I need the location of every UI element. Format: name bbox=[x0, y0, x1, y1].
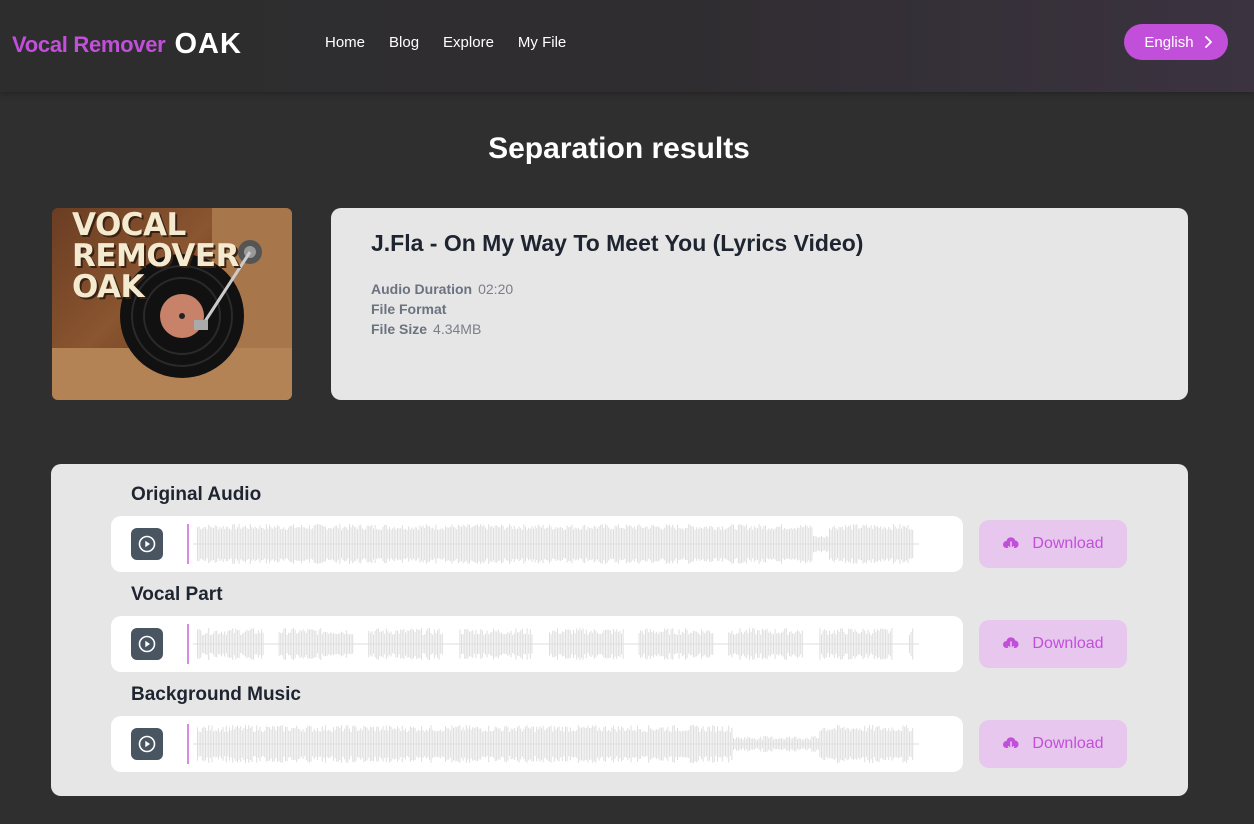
cover-line-2: REMOVER bbox=[72, 238, 239, 274]
album-cover: VOCAL REMOVER OAK bbox=[52, 208, 292, 400]
download-button-vocal[interactable]: Download bbox=[979, 620, 1127, 668]
main-nav: Home Blog Explore My File bbox=[325, 34, 566, 51]
cloud-download-icon bbox=[1003, 637, 1019, 651]
player-original bbox=[111, 516, 963, 572]
language-button[interactable]: English bbox=[1124, 24, 1228, 60]
cover-line-1: VOCAL bbox=[72, 208, 186, 243]
play-icon bbox=[138, 735, 156, 753]
separation-results-panel: Original Audio Download Vocal Part Downl… bbox=[51, 464, 1188, 796]
size-label: File Size bbox=[371, 321, 428, 337]
download-button-original[interactable]: Download bbox=[979, 520, 1127, 568]
track-label-original: Original Audio bbox=[131, 484, 262, 505]
page-title: Separation results bbox=[488, 132, 750, 165]
playhead-vocal bbox=[187, 624, 189, 664]
site-logo[interactable]: Vocal Remover OAK bbox=[12, 28, 242, 61]
play-icon bbox=[138, 535, 156, 553]
play-icon bbox=[138, 635, 156, 653]
download-label: Download bbox=[1032, 735, 1104, 752]
waveform-vocal[interactable] bbox=[193, 622, 919, 666]
duration-label: Audio Duration bbox=[371, 281, 473, 297]
language-label: English bbox=[1144, 33, 1194, 51]
logo-text: Vocal Remover bbox=[12, 31, 166, 57]
song-title: J.Fla - On My Way To Meet You (Lyrics Vi… bbox=[371, 230, 864, 256]
waveform-original[interactable] bbox=[193, 522, 919, 566]
size-row: File Size 4.34MB bbox=[371, 319, 1148, 339]
top-header: Vocal Remover OAK Home Blog Explore My F… bbox=[0, 0, 1254, 92]
cover-text: VOCAL REMOVER OAK bbox=[72, 210, 239, 303]
nav-blog[interactable]: Blog bbox=[389, 34, 419, 51]
track-label-background: Background Music bbox=[131, 684, 301, 705]
chevron-right-icon bbox=[1204, 36, 1212, 48]
nav-my-file[interactable]: My File bbox=[518, 34, 566, 51]
playhead-original bbox=[187, 524, 189, 564]
download-button-background[interactable]: Download bbox=[979, 720, 1127, 768]
logo-oak: OAK bbox=[174, 28, 242, 60]
player-vocal bbox=[111, 616, 963, 672]
file-info-card: J.Fla - On My Way To Meet You (Lyrics Vi… bbox=[331, 208, 1188, 400]
duration-value: 02:20 bbox=[478, 281, 514, 297]
playhead-background bbox=[187, 724, 189, 764]
player-background bbox=[111, 716, 963, 772]
cloud-download-icon bbox=[1003, 737, 1019, 751]
nav-explore[interactable]: Explore bbox=[443, 34, 494, 51]
size-value: 4.34MB bbox=[433, 321, 482, 337]
download-label: Download bbox=[1032, 635, 1104, 652]
nav-home[interactable]: Home bbox=[325, 34, 365, 51]
download-label: Download bbox=[1032, 535, 1104, 552]
play-button-vocal[interactable] bbox=[131, 628, 163, 660]
waveform-background[interactable] bbox=[193, 722, 919, 766]
track-label-vocal: Vocal Part bbox=[131, 584, 223, 605]
play-button-original[interactable] bbox=[131, 528, 163, 560]
cloud-download-icon bbox=[1003, 537, 1019, 551]
duration-row: Audio Duration 02:20 bbox=[371, 279, 1148, 299]
play-button-background[interactable] bbox=[131, 728, 163, 760]
format-label: File Format bbox=[371, 301, 447, 317]
cover-line-3: OAK bbox=[72, 269, 145, 305]
format-row: File Format bbox=[371, 299, 1148, 319]
